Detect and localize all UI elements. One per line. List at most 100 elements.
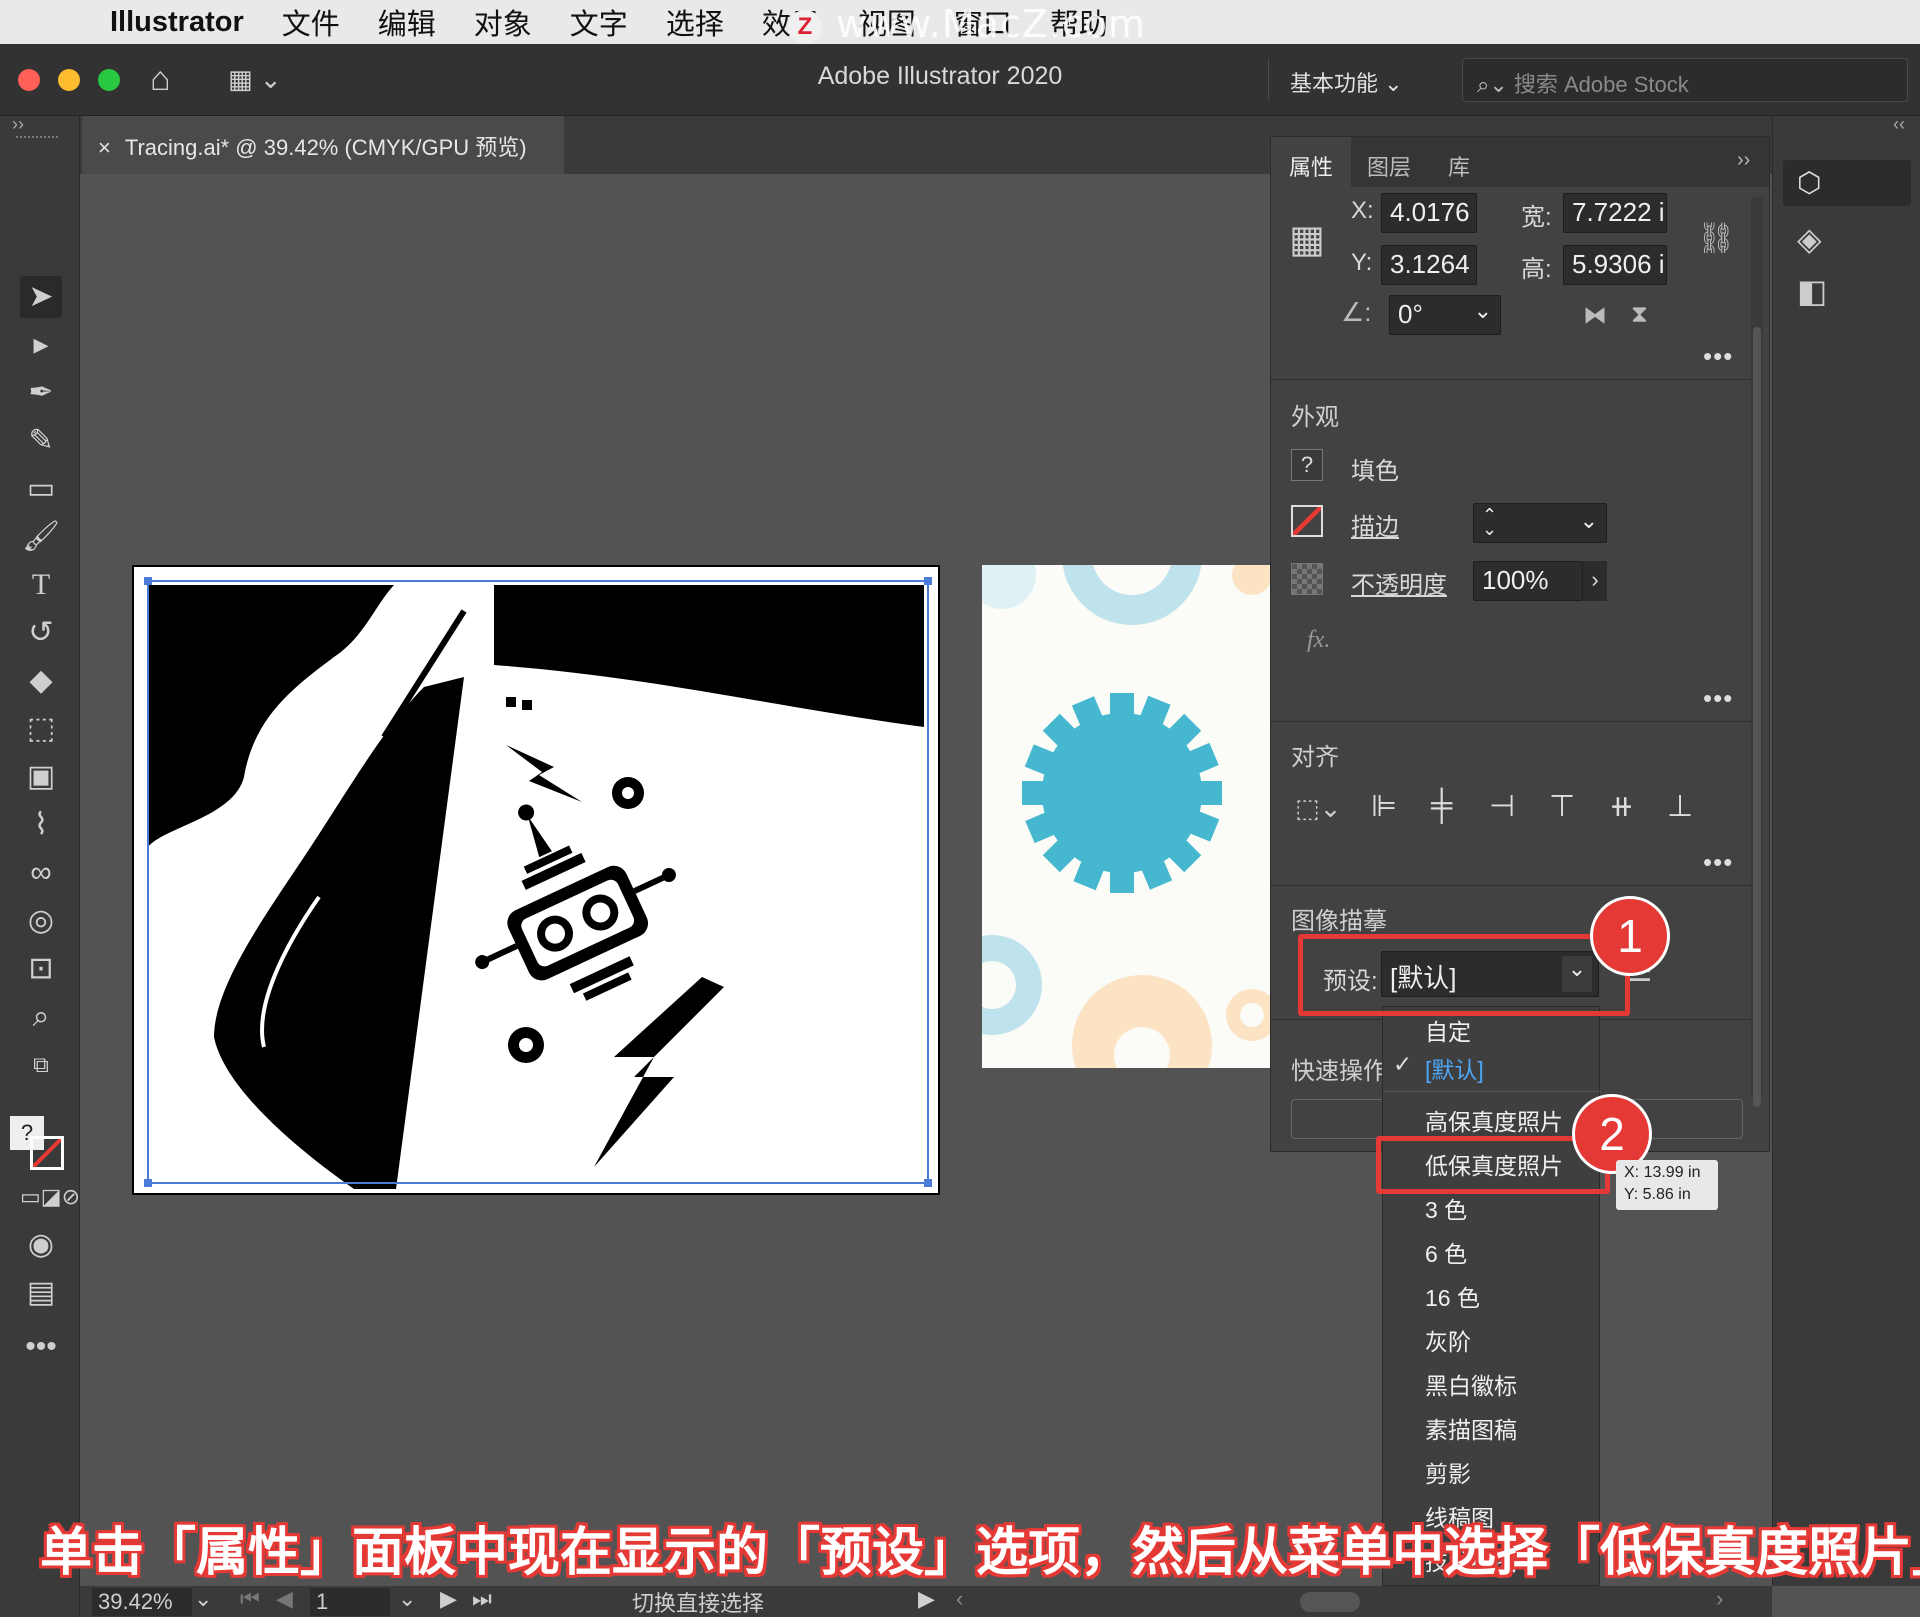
- transform-more-options-icon[interactable]: •••: [1703, 341, 1733, 372]
- width-field[interactable]: 7.7222 ir: [1563, 193, 1667, 233]
- next-artboard-icon[interactable]: ▶: [440, 1586, 457, 1612]
- pen-tool-icon[interactable]: ✒: [20, 372, 62, 414]
- artboard-gears[interactable]: [982, 565, 1272, 1068]
- stroke-swatch-icon[interactable]: [30, 1136, 64, 1170]
- tab-libraries[interactable]: 库: [1427, 137, 1491, 187]
- align-bottom-icon[interactable]: ⊥: [1667, 789, 1693, 824]
- menu-item-silhouettes[interactable]: 剪影: [1383, 1449, 1601, 1493]
- constrain-proportions-icon[interactable]: ⛓: [1697, 221, 1735, 256]
- direct-selection-tool-icon[interactable]: ▸: [20, 324, 62, 366]
- artboard-tool-icon[interactable]: ⊡: [20, 948, 62, 990]
- eraser-tool-icon[interactable]: ◆: [20, 660, 62, 702]
- menu-object[interactable]: 对象: [474, 1, 532, 43]
- free-transform-tool-icon[interactable]: ⬚: [20, 708, 62, 750]
- screen-mode-icon[interactable]: ▤: [20, 1272, 62, 1314]
- toolbar-grip[interactable]: [16, 136, 58, 142]
- menu-app-name[interactable]: Illustrator: [110, 6, 244, 39]
- stroke-weight-field[interactable]: ⌃ ⌄ ⌄: [1473, 503, 1607, 543]
- zoom-tool-icon[interactable]: ⌕: [20, 996, 62, 1038]
- previous-artboard-icon[interactable]: ◀: [276, 1586, 293, 1612]
- zoom-window-button[interactable]: [98, 69, 120, 91]
- collapse-dock-icon[interactable]: ‹‹: [1893, 114, 1905, 135]
- appearance-more-options-icon[interactable]: •••: [1703, 683, 1733, 714]
- panel-scroll-thumb[interactable]: [1753, 327, 1761, 1107]
- close-window-button[interactable]: [18, 69, 40, 91]
- paintbrush-tool-icon[interactable]: 🖌: [20, 516, 62, 558]
- tab-layers[interactable]: 图层: [1351, 137, 1427, 187]
- opacity-field[interactable]: 100%: [1473, 561, 1583, 601]
- menu-item-black-white-logo[interactable]: 黑白徽标: [1383, 1361, 1601, 1405]
- flip-vertical-icon[interactable]: ⧗: [1631, 301, 1648, 329]
- drawing-mode-icon[interactable]: ◉: [20, 1224, 62, 1266]
- panel-menu-icon[interactable]: ››: [1737, 149, 1750, 172]
- shape-builder-tool-icon[interactable]: ◎: [20, 900, 62, 942]
- rectangle-tool-icon[interactable]: ▭: [20, 468, 62, 510]
- chevron-down-icon[interactable]: ⌄: [1580, 508, 1598, 534]
- chevron-down-icon[interactable]: ⌄: [1474, 298, 1492, 324]
- align-to-icon[interactable]: ⬚⌄: [1295, 793, 1341, 824]
- stroke-swatch[interactable]: [1291, 505, 1323, 537]
- align-right-icon[interactable]: ⊣: [1489, 789, 1515, 824]
- menu-item-default[interactable]: ✓ [默认]: [1383, 1045, 1601, 1089]
- layers-panel-icon[interactable]: ◈: [1797, 220, 1822, 258]
- chevron-down-icon[interactable]: ⌄: [398, 1586, 416, 1612]
- align-left-icon[interactable]: ⊫: [1371, 789, 1397, 824]
- chevron-down-icon[interactable]: ⌄: [194, 1586, 212, 1612]
- fill-swatch[interactable]: ?: [1291, 449, 1323, 481]
- chevron-right-icon[interactable]: ›: [1583, 561, 1607, 601]
- eyedropper-tool-icon[interactable]: ⌇: [20, 804, 62, 846]
- selection-tool-icon[interactable]: ➤: [20, 276, 62, 318]
- artboard-traced-image[interactable]: [132, 565, 940, 1195]
- scroll-left-icon[interactable]: ‹: [956, 1586, 963, 1612]
- menu-file[interactable]: 文件: [282, 1, 340, 43]
- home-icon[interactable]: ⌂: [150, 60, 171, 99]
- align-vertical-center-icon[interactable]: ⧺: [1609, 789, 1634, 824]
- gradient-tool-icon[interactable]: ▣: [20, 756, 62, 798]
- last-artboard-icon[interactable]: ⏭: [472, 1586, 492, 1612]
- stroke-label[interactable]: 描边: [1351, 507, 1399, 542]
- menu-item-sketched-art[interactable]: 素描图稿: [1383, 1405, 1601, 1449]
- menu-item-high-fidelity-photo[interactable]: 高保真度照片: [1383, 1097, 1601, 1141]
- y-field[interactable]: 3.1264 i: [1381, 245, 1477, 285]
- height-field[interactable]: 5.9306 ir: [1563, 245, 1667, 285]
- align-horizontal-center-icon[interactable]: ╪: [1431, 789, 1452, 823]
- status-menu-icon[interactable]: ▶: [918, 1586, 935, 1612]
- collapse-toolbar-icon[interactable]: ››: [12, 114, 24, 135]
- zoom-field[interactable]: 39.42%: [92, 1588, 192, 1616]
- properties-panel-icon[interactable]: ⬡: [1783, 160, 1911, 206]
- x-field[interactable]: 4.0176 i: [1381, 193, 1477, 233]
- horizontal-scroll-thumb[interactable]: [1300, 1592, 1360, 1612]
- type-tool-icon[interactable]: T: [20, 564, 62, 606]
- rotate-angle-field[interactable]: 0° ⌄: [1389, 295, 1501, 335]
- blend-tool-icon[interactable]: ∞: [20, 852, 62, 894]
- align-more-options-icon[interactable]: •••: [1703, 847, 1733, 878]
- rotate-tool-icon[interactable]: ↺: [20, 612, 62, 654]
- color-mode-icon[interactable]: ▭◪⊘: [20, 1176, 80, 1218]
- scroll-right-icon[interactable]: ›: [1716, 1586, 1723, 1612]
- fx-button[interactable]: fx.: [1307, 627, 1330, 654]
- menu-type[interactable]: 文字: [570, 1, 628, 43]
- stock-search-input[interactable]: ⌕⌄ 搜索 Adobe Stock: [1462, 58, 1908, 102]
- artboard-number-field[interactable]: 1: [310, 1588, 390, 1616]
- default-fill-stroke-icon[interactable]: ⧉: [20, 1044, 62, 1086]
- menu-item-16-colors[interactable]: 16 色: [1383, 1273, 1601, 1317]
- opacity-label[interactable]: 不透明度: [1351, 565, 1447, 600]
- reference-point-icon[interactable]: ▦: [1289, 217, 1325, 262]
- arrange-documents-icon[interactable]: ▦ ⌄: [228, 64, 282, 95]
- workspace-switcher[interactable]: 基本功能 ⌄: [1290, 66, 1403, 98]
- close-tab-icon[interactable]: ×: [98, 135, 111, 160]
- edit-toolbar-icon[interactable]: •••: [20, 1326, 62, 1368]
- menu-edit[interactable]: 编辑: [378, 1, 436, 43]
- stepper-icon[interactable]: ⌃ ⌄: [1482, 506, 1497, 538]
- flip-horizontal-icon[interactable]: ⧓: [1583, 301, 1607, 330]
- curvature-tool-icon[interactable]: ✎: [20, 420, 62, 462]
- first-artboard-icon[interactable]: ⏮: [240, 1586, 260, 1612]
- tab-properties[interactable]: 属性: [1271, 137, 1351, 187]
- menu-item-6-colors[interactable]: 6 色: [1383, 1229, 1601, 1273]
- menu-item-grayscale[interactable]: 灰阶: [1383, 1317, 1601, 1361]
- minimize-window-button[interactable]: [58, 69, 80, 91]
- document-tab[interactable]: × Tracing.ai* @ 39.42% (CMYK/GPU 预览): [82, 116, 564, 174]
- libraries-panel-icon[interactable]: ◧: [1797, 272, 1827, 310]
- align-top-icon[interactable]: ⊤: [1549, 789, 1575, 824]
- menu-select[interactable]: 选择: [666, 1, 724, 43]
